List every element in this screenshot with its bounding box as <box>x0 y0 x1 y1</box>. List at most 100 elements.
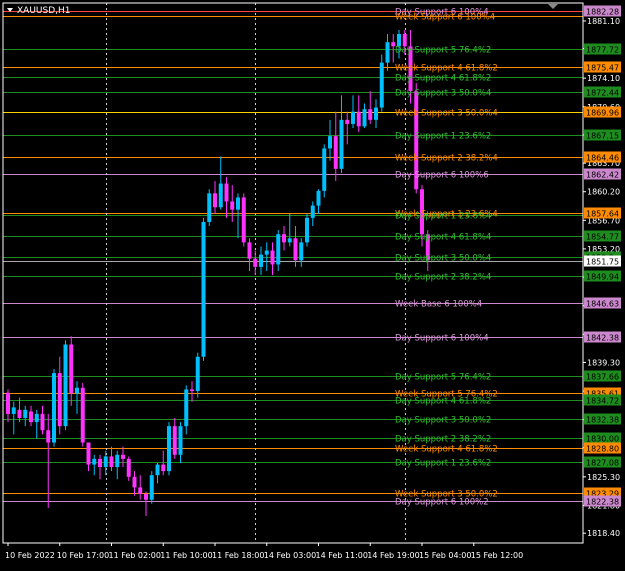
candle-body <box>276 234 281 265</box>
level-price-tag: 1822.38 <box>584 495 621 507</box>
level-price-tag-text: 1822.38 <box>586 498 619 507</box>
candle <box>379 54 384 112</box>
time-tick-label: 10 Feb 2022 <box>5 551 55 560</box>
level-price-tag-text: 1849.94 <box>586 273 619 282</box>
price-chart: Day Support 6 100%4 Week Support 6 100%4 D… <box>0 0 625 567</box>
candle-body <box>282 234 286 243</box>
level-label: Week Base 6 100%4 <box>395 300 482 310</box>
level-price-tag-text: 1830.00 <box>586 435 619 444</box>
candle-body <box>109 456 114 468</box>
current-price-text: 1851.75 <box>586 258 619 267</box>
price-tick-label: 1874.10 <box>587 74 620 83</box>
level-price-tag: 1869.96 <box>584 106 621 118</box>
level-price-tag: 1872.44 <box>584 86 621 98</box>
candle-body <box>46 430 51 443</box>
candle-body <box>374 107 378 120</box>
candle-body <box>69 344 74 394</box>
candle-body <box>328 136 332 149</box>
candle <box>80 382 85 447</box>
level-label: Day Support 5 76.4%2 <box>395 46 491 56</box>
level-price-tag-text: 1832.38 <box>586 416 619 425</box>
level-label: Day Support 6 100%4 <box>395 334 489 344</box>
candle-body <box>253 258 258 267</box>
time-tick-label: 11 Feb 10:00 <box>160 551 212 560</box>
candle-body <box>368 109 373 120</box>
level-price-tag: 1867.15 <box>584 129 621 141</box>
level-price-tag-text: 1828.80 <box>586 445 619 454</box>
candle <box>167 422 171 476</box>
candle-body <box>98 458 102 468</box>
candle-body <box>92 458 97 465</box>
candle <box>241 193 246 247</box>
level-label: Week Support 4 61.8%2 <box>395 64 498 74</box>
candle-body <box>236 197 240 210</box>
level-price-tag-text: 1877.72 <box>586 46 619 55</box>
candle-body <box>29 411 33 423</box>
time-tick-label: 14 Feb 11:00 <box>316 551 368 560</box>
candle-body <box>63 344 68 427</box>
level-price-tag-text: 1854.77 <box>586 233 619 242</box>
candle-body <box>305 217 309 243</box>
candle-body <box>52 373 56 443</box>
level-price-tag-text: 1875.47 <box>586 64 619 73</box>
price-tick-label: 1818.40 <box>587 529 620 538</box>
candle-body <box>6 392 10 414</box>
time-tick-label: 15 Feb 12:00 <box>471 551 523 560</box>
time-tick-label: 11 Feb 18:00 <box>212 551 264 560</box>
candle-body <box>80 387 85 443</box>
candle <box>201 217 206 361</box>
level-price-tag: 1854.77 <box>584 230 621 242</box>
candle-body <box>287 238 292 243</box>
price-tick-label: 1881.10 <box>587 17 620 26</box>
candle-body <box>213 193 217 208</box>
level-label: Day Support 6 100%2 <box>395 498 489 508</box>
level-price-tag: 1834.72 <box>584 394 621 406</box>
candle-body <box>138 487 143 494</box>
level-label: Day Support 6 100%6 <box>395 171 489 181</box>
candle-body <box>144 493 148 500</box>
level-label: Day Support 2 38.2%4 <box>395 273 491 283</box>
time-tick-label: 14 Feb 03:00 <box>264 551 316 560</box>
candle-body <box>86 442 91 465</box>
level-price-tag: 1832.38 <box>584 413 621 425</box>
level-price-tag-text: 1846.63 <box>586 300 619 309</box>
candle-body <box>264 250 269 255</box>
candle <box>195 352 200 398</box>
candle-body <box>40 413 45 431</box>
candle-body <box>339 119 344 169</box>
level-price-tag: 1849.94 <box>584 270 621 282</box>
current-price-tag: 1851.75 <box>584 255 621 267</box>
candle-body <box>126 458 131 477</box>
candle-body <box>345 119 350 124</box>
candle-body <box>207 193 212 222</box>
candle <box>63 340 68 431</box>
level-label: Day Support 4 61.8%4 <box>395 233 491 243</box>
level-price-tag: 1842.38 <box>584 331 621 343</box>
candle-body <box>230 201 235 210</box>
candle-body <box>201 221 206 357</box>
candle-body <box>75 387 79 394</box>
level-price-tag: 1875.47 <box>584 61 621 73</box>
level-label: Day Support 1 23.6%2 <box>395 459 491 469</box>
chart-background <box>0 0 625 567</box>
level-label: Day Support 3 50.0%4 <box>395 254 491 264</box>
candle-body <box>299 242 304 261</box>
candle-body <box>333 136 338 169</box>
level-price-tag-text: 1842.38 <box>586 334 619 343</box>
candle-body <box>224 183 229 202</box>
candle <box>322 144 327 198</box>
symbol-label: XAUUSD,H1 <box>17 6 71 16</box>
candle-body <box>356 111 361 127</box>
symbol-header[interactable]: XAUUSD,H1 <box>7 6 71 16</box>
candle-body <box>218 183 223 208</box>
candle-body <box>155 464 160 476</box>
level-price-tag-text: 1857.64 <box>586 210 619 219</box>
candle <box>305 213 309 247</box>
level-price-tag: 1877.72 <box>584 43 621 55</box>
candle <box>52 368 56 447</box>
chart-root: Day Support 6 100%4 Week Support 6 100%4 D… <box>0 0 625 567</box>
candle-body <box>402 34 407 47</box>
level-label: Day Support 4 61.8%2 <box>395 397 491 407</box>
time-tick-label: 15 Feb 04:00 <box>419 551 471 560</box>
level-label: Day Support 5 76.4%2 <box>395 373 491 383</box>
